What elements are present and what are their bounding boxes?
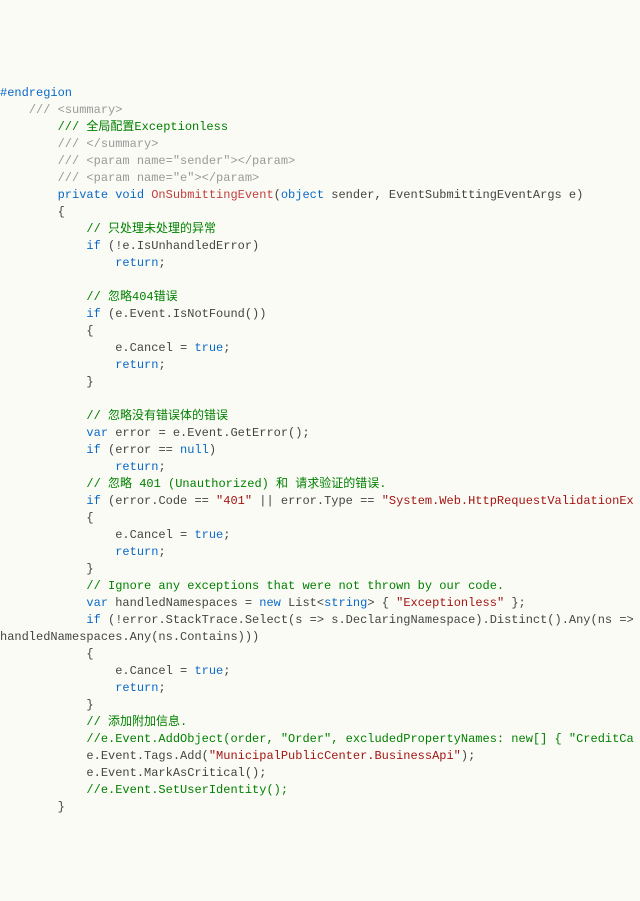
code-line: //e.Event.AddObject(order, "Order", excl… [0, 731, 640, 748]
code-line: return; [0, 544, 640, 561]
code-line: if (e.Event.IsNotFound()) [0, 306, 640, 323]
code-line: // 忽略 401 (Unauthorized) 和 请求验证的错误. [0, 476, 640, 493]
code-line: return; [0, 357, 640, 374]
code-line: // 忽略没有错误体的错误 [0, 408, 640, 425]
code-line [0, 272, 640, 289]
code-line: } [0, 799, 640, 816]
code-line: { [0, 204, 640, 221]
code-line: } [0, 561, 640, 578]
code-line: /// <summary> [0, 102, 640, 119]
code-line: if (error.Code == "401" || error.Type ==… [0, 493, 640, 510]
code-line: // 只处理未处理的异常 [0, 221, 640, 238]
code-line [0, 391, 640, 408]
code-line: } [0, 697, 640, 714]
code-line: if (!e.IsUnhandledError) [0, 238, 640, 255]
code-line: // 添加附加信息. [0, 714, 640, 731]
code-line: e.Event.MarkAsCritical(); [0, 765, 640, 782]
code-line: return; [0, 680, 640, 697]
code-line: if (!error.StackTrace.Select(s => s.Decl… [0, 612, 640, 629]
code-line: e.Cancel = true; [0, 663, 640, 680]
code-line: return; [0, 459, 640, 476]
code-line: e.Cancel = true; [0, 340, 640, 357]
code-line: /// </summary> [0, 136, 640, 153]
code-line: { [0, 323, 640, 340]
code-line: /// 全局配置Exceptionless [0, 119, 640, 136]
code-line: { [0, 510, 640, 527]
code-block: #endregion /// <summary> /// 全局配置Excepti… [0, 85, 640, 816]
code-line: var error = e.Event.GetError(); [0, 425, 640, 442]
code-line: } [0, 374, 640, 391]
code-line: e.Cancel = true; [0, 527, 640, 544]
code-line: return; [0, 255, 640, 272]
code-line: /// <param name="sender"></param> [0, 153, 640, 170]
code-line: // Ignore any exceptions that were not t… [0, 578, 640, 595]
code-line: /// <param name="e"></param> [0, 170, 640, 187]
code-line: var handledNamespaces = new List<string>… [0, 595, 640, 612]
code-line: //e.Event.SetUserIdentity(); [0, 782, 640, 799]
code-line: e.Event.Tags.Add("MunicipalPublicCenter.… [0, 748, 640, 765]
code-line: #endregion [0, 85, 640, 102]
code-line: private void OnSubmittingEvent(object se… [0, 187, 640, 204]
code-line: if (error == null) [0, 442, 640, 459]
code-line: // 忽略404错误 [0, 289, 640, 306]
code-line: { [0, 646, 640, 663]
code-line: handledNamespaces.Any(ns.Contains))) [0, 629, 640, 646]
